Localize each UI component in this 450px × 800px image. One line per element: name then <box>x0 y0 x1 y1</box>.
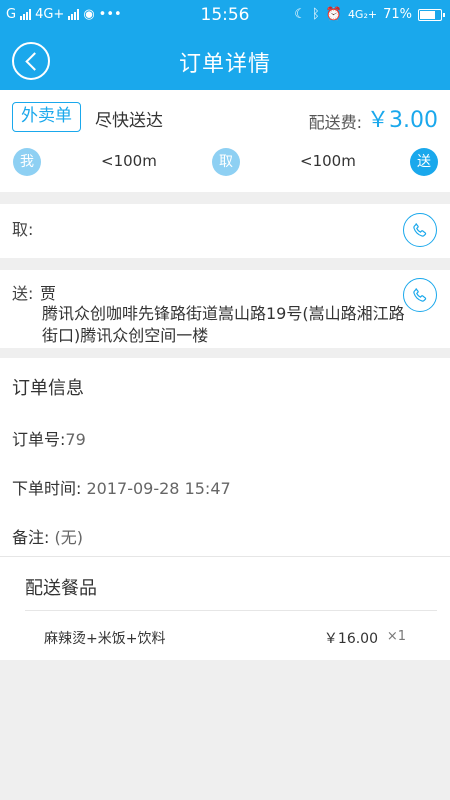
delivery-label: 送: <box>12 284 34 303</box>
battery-label: 71% <box>383 7 412 22</box>
order-number-value: 79 <box>65 430 86 449</box>
distance-pickup-to-delivery: <100m <box>300 152 356 170</box>
delivery-call-button[interactable] <box>403 278 437 312</box>
pickup-card: 取: <box>0 204 450 258</box>
phone-icon <box>413 288 427 302</box>
alarm-icon: ⏰ <box>325 7 342 22</box>
order-number-row: 订单号:79 <box>12 426 86 450</box>
food-item-name: 麻辣烫+米饭+饮料 <box>44 631 166 647</box>
pickup-call-button[interactable] <box>403 213 437 247</box>
distance-me-to-pickup: <100m <box>101 152 157 170</box>
order-note-value: (无) <box>54 528 84 547</box>
recipient-name: 贾 <box>40 284 57 303</box>
battery-icon <box>418 8 445 21</box>
delivery-marker: 送 <box>410 148 438 176</box>
order-note-row: 备注: (无) <box>12 524 83 548</box>
delivery-fee-value: ￥3.00 <box>367 108 438 133</box>
bluetooth-icon: ᛒ <box>311 7 320 22</box>
order-time-row: 下单时间: 2017-09-28 15:47 <box>12 475 231 499</box>
pickup-label: 取: <box>12 220 34 239</box>
moon-icon: ☾ <box>294 7 306 22</box>
network-label-right: 4G₂+ <box>347 8 378 21</box>
app-header: 订单详情 <box>0 32 450 90</box>
food-item-quantity: ×1 <box>386 629 406 644</box>
food-item-price: ￥16.00 <box>323 631 378 647</box>
delivery-fee-label: 配送费: <box>308 113 362 132</box>
food-section-title: 配送餐品 <box>25 578 97 599</box>
divider <box>25 610 437 611</box>
me-marker: 我 <box>13 148 41 176</box>
order-info-title: 订单信息 <box>12 378 84 399</box>
order-summary-card: 外卖单 尽快送达 配送费: ￥3.00 我 <100m 取 <100m 送 <box>0 90 450 192</box>
status-bar: G 4G+ ◉ ••• 15:56 ☾ ᛒ ⏰ 4G₂+ 71% <box>0 0 450 32</box>
order-number-label: 订单号: <box>12 430 66 449</box>
delivery-speed: 尽快送达 <box>95 111 163 131</box>
delivery-card: 送: 贾 腾讯众创咖啡先锋路街道嵩山路19号(嵩山路湘江路街口)腾讯众创空间一楼 <box>0 270 450 348</box>
order-info-card: 订单信息 订单号:79 下单时间: 2017-09-28 15:47 备注: (… <box>0 358 450 660</box>
status-right: ☾ ᛒ ⏰ 4G₂+ 71% <box>294 7 445 22</box>
divider <box>0 556 450 557</box>
route-bar: 我 <100m 取 <100m 送 <box>0 148 450 178</box>
page-title: 订单详情 <box>178 52 271 77</box>
pickup-marker: 取 <box>212 148 240 176</box>
order-time-value: 2017-09-28 15:47 <box>86 479 231 498</box>
order-time-label: 下单时间: <box>12 479 82 498</box>
order-type-badge: 外卖单 <box>12 102 81 132</box>
delivery-address: 腾讯众创咖啡先锋路街道嵩山路19号(嵩山路湘江路街口)腾讯众创空间一楼 <box>42 304 405 345</box>
order-note-label: 备注: <box>12 528 50 547</box>
phone-icon <box>413 223 427 237</box>
